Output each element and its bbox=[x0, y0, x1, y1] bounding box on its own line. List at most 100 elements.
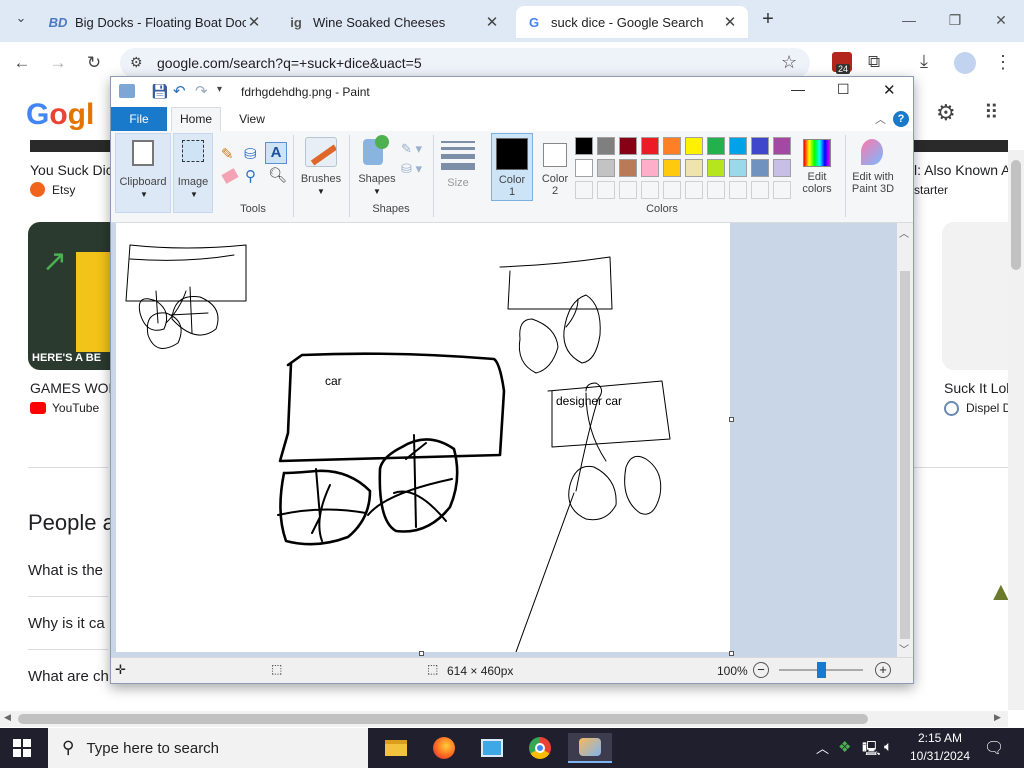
color1-button[interactable]: Color 1 bbox=[491, 133, 533, 201]
download-icon[interactable]: ⤓ bbox=[920, 51, 928, 72]
show-hidden-icons[interactable]: ︿ bbox=[816, 738, 829, 757]
palette-color-swatch[interactable] bbox=[663, 137, 681, 155]
color-picker-icon[interactable]: ⚲ bbox=[245, 167, 256, 185]
size-button[interactable]: Size bbox=[439, 135, 477, 201]
bookmark-star-icon[interactable]: ☆ bbox=[781, 52, 797, 73]
canvas-scroll-up-icon[interactable]: ︿ bbox=[899, 225, 909, 240]
zoom-in-icon[interactable]: + bbox=[875, 662, 891, 678]
palette-color-swatch[interactable] bbox=[597, 159, 615, 177]
close-tab-icon[interactable]: ✕ bbox=[484, 13, 500, 31]
network-icon[interactable]: 🖳︎ bbox=[862, 738, 881, 762]
horizontal-scroll-thumb[interactable] bbox=[18, 714, 868, 724]
custom-color-slot[interactable] bbox=[729, 181, 747, 199]
clipboard-button[interactable]: Clipboard ▼ bbox=[115, 133, 171, 213]
custom-color-slot[interactable] bbox=[619, 181, 637, 199]
custom-color-slot[interactable] bbox=[773, 181, 791, 199]
collapse-ribbon-icon[interactable]: ︿ bbox=[875, 111, 886, 127]
volume-icon[interactable]: 🔈︎ bbox=[884, 738, 892, 755]
notifications-icon[interactable]: 🗨︎ bbox=[984, 738, 1004, 758]
paa-question[interactable]: What is the bbox=[28, 562, 103, 579]
minimize-icon[interactable]: — bbox=[886, 0, 932, 40]
color2-button[interactable]: Color 2 bbox=[535, 133, 577, 201]
clock-time[interactable]: 2:15 AM bbox=[908, 731, 972, 745]
palette-color-swatch[interactable] bbox=[685, 159, 703, 177]
forward-icon[interactable]: → bbox=[44, 50, 72, 76]
firefox-icon[interactable] bbox=[424, 733, 464, 763]
custom-color-slot[interactable] bbox=[685, 181, 703, 199]
page-scroll-thumb[interactable] bbox=[1011, 160, 1021, 270]
site-info-icon[interactable]: ⚙ bbox=[130, 54, 143, 71]
canvas-scroll-thumb[interactable] bbox=[900, 271, 910, 639]
palette-color-swatch[interactable] bbox=[751, 137, 769, 155]
custom-color-slot[interactable] bbox=[751, 181, 769, 199]
paa-question[interactable]: What are ch bbox=[28, 668, 109, 685]
palette-color-swatch[interactable] bbox=[685, 137, 703, 155]
paint-maximize-icon[interactable]: ☐ bbox=[837, 81, 850, 98]
paint-taskbar-icon[interactable] bbox=[568, 733, 612, 763]
palette-color-swatch[interactable] bbox=[751, 159, 769, 177]
tab-search-button[interactable]: ⌄ bbox=[8, 10, 34, 32]
custom-color-slot[interactable] bbox=[641, 181, 659, 199]
result-title[interactable]: GAMES WOR bbox=[30, 380, 119, 396]
start-windows-icon[interactable] bbox=[10, 736, 34, 760]
pencil-icon[interactable]: ✎ bbox=[221, 145, 234, 163]
scroll-right-icon[interactable]: ▶ bbox=[994, 712, 1001, 723]
fill-bucket-icon[interactable]: ⛁ bbox=[244, 145, 257, 163]
file-menu-button[interactable]: File bbox=[111, 107, 167, 131]
control-panel-icon[interactable] bbox=[472, 733, 512, 763]
result-title[interactable]: You Suck Dic bbox=[30, 162, 113, 178]
profile-avatar[interactable] bbox=[954, 52, 976, 74]
resize-handle-corner[interactable] bbox=[729, 651, 734, 656]
tab-wine-cheeses[interactable]: ig Wine Soaked Cheeses ✕ bbox=[278, 6, 510, 38]
result-title[interactable]: Suck It Lol bbox=[944, 380, 1009, 396]
quick-access-dropdown-icon[interactable]: ▾ bbox=[217, 84, 222, 95]
palette-color-swatch[interactable] bbox=[597, 137, 615, 155]
video-thumbnail[interactable]: ↗ HERE'S A BE bbox=[28, 222, 112, 370]
zoom-slider-thumb[interactable] bbox=[817, 662, 826, 678]
back-icon[interactable]: ← bbox=[8, 50, 36, 76]
palette-color-swatch[interactable] bbox=[729, 159, 747, 177]
custom-color-slot[interactable] bbox=[575, 181, 593, 199]
home-tab[interactable]: Home bbox=[171, 107, 221, 131]
tab-big-docks[interactable]: BD Big Docks - Floating Boat Dock ✕ bbox=[40, 6, 272, 38]
palette-color-swatch[interactable] bbox=[773, 137, 791, 155]
zoom-out-icon[interactable]: − bbox=[753, 662, 769, 678]
clock-date[interactable]: 10/31/2024 bbox=[908, 749, 972, 763]
scroll-left-icon[interactable]: ◀ bbox=[4, 712, 11, 723]
restore-icon[interactable]: ❐ bbox=[932, 0, 978, 40]
tab-suck-dice[interactable]: G suck dice - Google Search ✕ bbox=[516, 6, 748, 38]
edit-with-paint3d-button[interactable]: Edit with Paint 3D bbox=[847, 135, 897, 201]
close-window-icon[interactable]: ✕ bbox=[978, 0, 1024, 40]
palette-color-swatch[interactable] bbox=[729, 137, 747, 155]
custom-color-slot[interactable] bbox=[707, 181, 725, 199]
palette-color-swatch[interactable] bbox=[575, 159, 593, 177]
file-explorer-icon[interactable] bbox=[376, 733, 416, 763]
help-icon[interactable]: ? bbox=[893, 111, 909, 127]
eraser-icon[interactable] bbox=[221, 168, 239, 184]
palette-color-swatch[interactable] bbox=[641, 137, 659, 155]
resize-handle-bottom[interactable] bbox=[419, 651, 424, 656]
palette-color-swatch[interactable] bbox=[619, 159, 637, 177]
paint-close-icon[interactable]: ✕ bbox=[883, 81, 896, 99]
shapes-button[interactable]: Shapes ▼ bbox=[355, 135, 399, 201]
close-tab-icon[interactable]: ✕ bbox=[246, 13, 262, 31]
palette-color-swatch[interactable] bbox=[663, 159, 681, 177]
taskbar-search-box[interactable]: ⚲ Type here to search bbox=[48, 728, 368, 768]
outline-icon[interactable]: ✎ ▾ bbox=[401, 141, 422, 157]
extensions-puzzle-icon[interactable]: ⧉ bbox=[868, 52, 880, 72]
magnifier-icon[interactable]: 🔍︎ bbox=[268, 166, 287, 184]
tray-app-icon[interactable]: ❖ bbox=[838, 738, 851, 756]
palette-color-swatch[interactable] bbox=[707, 159, 725, 177]
reload-icon[interactable]: ↻ bbox=[80, 50, 108, 76]
result-title[interactable]: l: Also Known A bbox=[914, 162, 1011, 178]
url-text[interactable]: google.com/search?q=+suck+dice&uact=5 bbox=[157, 55, 422, 71]
chrome-menu-icon[interactable]: ⋮ bbox=[994, 52, 1012, 73]
close-tab-icon[interactable]: ✕ bbox=[722, 13, 738, 31]
drawing-canvas[interactable]: car designer car bbox=[116, 223, 730, 652]
new-tab-button[interactable]: + bbox=[756, 8, 780, 32]
palette-color-swatch[interactable] bbox=[641, 159, 659, 177]
palette-color-swatch[interactable] bbox=[619, 137, 637, 155]
chrome-icon[interactable] bbox=[520, 733, 560, 763]
palette-color-swatch[interactable] bbox=[575, 137, 593, 155]
custom-color-slot[interactable] bbox=[597, 181, 615, 199]
